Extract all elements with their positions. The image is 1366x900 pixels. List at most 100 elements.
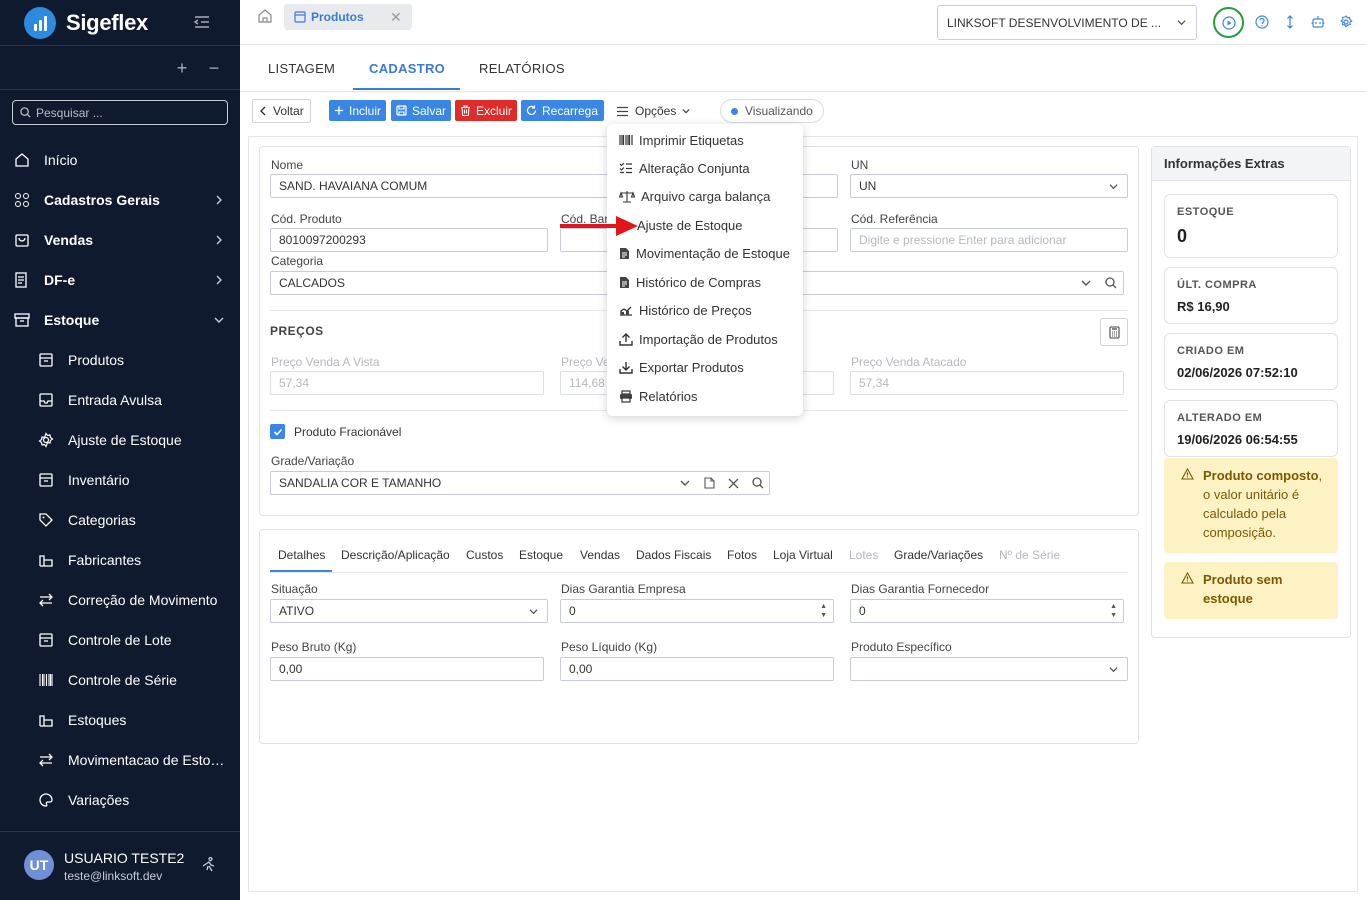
chevron-down-icon[interactable] (1081, 278, 1091, 288)
cod-produto-label: Cód. Produto (271, 212, 342, 226)
gear-icon (38, 432, 54, 448)
trash-icon (460, 105, 470, 116)
tab-vendas[interactable]: Vendas (580, 548, 620, 562)
cod-referencia-label: Cód. Referência (851, 212, 938, 226)
sidebar-item-correcao-de-movimento[interactable]: Correção de Movimento (0, 580, 240, 620)
expand-all-icon[interactable]: + (173, 59, 191, 77)
tab-produtos[interactable]: Produtos ✕ (284, 4, 412, 30)
home-icon[interactable] (258, 9, 272, 23)
sidebar-item-produtos[interactable]: Produtos (0, 340, 240, 380)
tab-grade-variacoes[interactable]: Grade/Variações (894, 548, 983, 562)
play-tutorial-button[interactable] (1213, 7, 1244, 38)
voltar-button[interactable]: Voltar (252, 99, 311, 123)
peso-liquido-input[interactable]: 0,00 (560, 657, 834, 681)
sidebar-item-vendas[interactable]: Vendas (0, 220, 240, 260)
file-icon (620, 247, 629, 259)
user-name: USUARIO TESTE2 (64, 850, 185, 866)
tab-relatorios[interactable]: RELATÓRIOS (479, 61, 565, 76)
collapse-sidebar-icon[interactable] (193, 13, 211, 31)
stepper-icon[interactable]: ▲ ▼ (820, 602, 827, 620)
menu-item-exportar-produtos[interactable]: Exportar Produtos (619, 357, 744, 377)
grade-select[interactable]: SANDALIA COR E TAMANHO (270, 471, 770, 495)
logout-icon[interactable] (200, 857, 216, 873)
app-logo[interactable]: Sigeflex (24, 7, 148, 39)
menu-item-imprimir-etiquetas[interactable]: Imprimir Etiquetas (619, 130, 744, 150)
salvar-button[interactable]: Salvar (391, 100, 451, 121)
criado-em-card: CRIADO EM 02/06/2026 07:52:10 (1164, 333, 1338, 390)
incluir-button[interactable]: Incluir (329, 100, 386, 121)
sidebar-item-dfe[interactable]: DF-e (0, 260, 240, 300)
menu-item-importacao-de-produtos[interactable]: Importação de Produtos (619, 329, 778, 349)
sidebar-item-label: Movimentacao de Estoque (68, 752, 228, 768)
sidebar-item-inicio[interactable]: Início (0, 140, 240, 180)
robot-icon[interactable] (1311, 15, 1325, 29)
menu-item-alteracao-conjunta[interactable]: Alteração Conjunta (619, 158, 750, 178)
calculator-button[interactable] (1100, 318, 1128, 346)
tab-dados-fiscais[interactable]: Dados Fiscais (636, 548, 711, 562)
warning-produto-composto: Produto composto, o valor unitário é cal… (1164, 458, 1338, 553)
garantia-empresa-input[interactable]: 0 ▲ ▼ (560, 599, 834, 623)
sidebar-item-variacoes[interactable]: Variações (0, 780, 240, 820)
opcoes-button[interactable]: Opções (610, 99, 700, 123)
alterado-em-value: 19/06/2026 06:54:55 (1177, 432, 1298, 447)
menu-item-historico-de-precos[interactable]: Histórico de Preços (619, 300, 752, 320)
sidebar-item-movimentacao-de-estoque[interactable]: Movimentacao de Estoque (0, 740, 240, 780)
sidebar-search-input[interactable]: Pesquisar ... (12, 100, 228, 125)
menu-item-movimentacao-de-estoque[interactable]: Movimentação de Estoque (619, 243, 790, 263)
sidebar-item-inventario[interactable]: Inventário (0, 460, 240, 500)
stepper-icon[interactable]: ▲ ▼ (1110, 602, 1117, 620)
vertical-arrows-icon[interactable] (1283, 15, 1297, 29)
menu-item-arquivo-carga-balanca[interactable]: Arquivo carga balança (619, 186, 770, 206)
un-select[interactable]: UN (850, 174, 1128, 198)
tab-loja-virtual[interactable]: Loja Virtual (773, 548, 833, 562)
tab-listagem[interactable]: LISTAGEM (268, 61, 335, 76)
sidebar-item-categorias[interactable]: Categorias (0, 500, 240, 540)
tab-fotos[interactable]: Fotos (727, 548, 757, 562)
search-icon[interactable] (1105, 277, 1117, 289)
menu-item-relatorios[interactable]: Relatórios (619, 386, 698, 406)
file-icon[interactable] (704, 477, 715, 489)
tab-estoque[interactable]: Estoque (519, 548, 563, 562)
chevron-right-icon (216, 275, 222, 285)
recarrega-button[interactable]: Recarrega (521, 100, 604, 121)
close-icon[interactable]: ✕ (390, 9, 402, 26)
sidebar-item-fabricantes[interactable]: Fabricantes (0, 540, 240, 580)
menu-item-historico-de-compras[interactable]: Histórico de Compras (619, 272, 761, 292)
menu-item-ajuste-de-estoque[interactable]: Ajuste de Estoque (637, 215, 743, 235)
collapse-all-icon[interactable]: − (205, 59, 223, 77)
sidebar-item-estoque[interactable]: Estoque (0, 300, 240, 340)
garantia-fornecedor-value: 0 (859, 604, 866, 618)
menu-item-label: Ajuste de Estoque (637, 217, 743, 233)
chevron-down-icon[interactable] (680, 478, 690, 488)
sidebar-item-cadastros-gerais[interactable]: Cadastros Gerais (0, 180, 240, 220)
situacao-select[interactable]: ATIVO (270, 599, 548, 623)
shopping-bag-icon (15, 234, 29, 247)
menu-item-label: Movimentação de Estoque (636, 245, 790, 261)
tab-cadastro[interactable]: CADASTRO (369, 61, 445, 76)
sidebar-item-estoques[interactable]: Estoques (0, 700, 240, 740)
produto-especifico-select[interactable] (850, 657, 1128, 681)
tab-custos[interactable]: Custos (466, 548, 503, 562)
cod-referencia-input[interactable]: Digite e pressione Enter para adicionar (850, 228, 1128, 252)
printer-icon (620, 389, 632, 403)
clear-icon[interactable] (728, 478, 739, 489)
gear-icon[interactable] (1339, 15, 1353, 29)
sidebar-item-controle-de-lote[interactable]: Controle de Lote (0, 620, 240, 660)
cod-produto-input[interactable]: 8010097200293 (270, 228, 548, 252)
peso-bruto-input[interactable]: 0,00 (270, 657, 544, 681)
tab-descricao[interactable]: Descrição/Aplicação (341, 548, 450, 562)
fracionavel-label[interactable]: Produto Fracionável (294, 425, 401, 439)
fracionavel-checkbox[interactable] (270, 424, 285, 439)
sidebar-item-entrada-avulsa[interactable]: Entrada Avulsa (0, 380, 240, 420)
user-profile[interactable]: UT USUARIO TESTE2 teste@linksoft.dev (0, 832, 240, 900)
sidebar-item-ajuste-de-estoque[interactable]: Ajuste de Estoque (0, 420, 240, 460)
inbox-icon (39, 393, 53, 407)
excluir-button[interactable]: Excluir (455, 100, 517, 121)
search-icon[interactable] (752, 477, 764, 489)
company-select[interactable]: LINKSOFT DESENVOLVIMENTO DE ... (937, 5, 1197, 40)
tab-detalhes[interactable]: Detalhes (278, 548, 325, 562)
help-icon[interactable] (1255, 15, 1269, 29)
tab-label: Produtos (311, 10, 364, 24)
garantia-fornecedor-input[interactable]: 0 ▲ ▼ (850, 599, 1124, 623)
sidebar-item-controle-de-serie[interactable]: Controle de Série (0, 660, 240, 700)
